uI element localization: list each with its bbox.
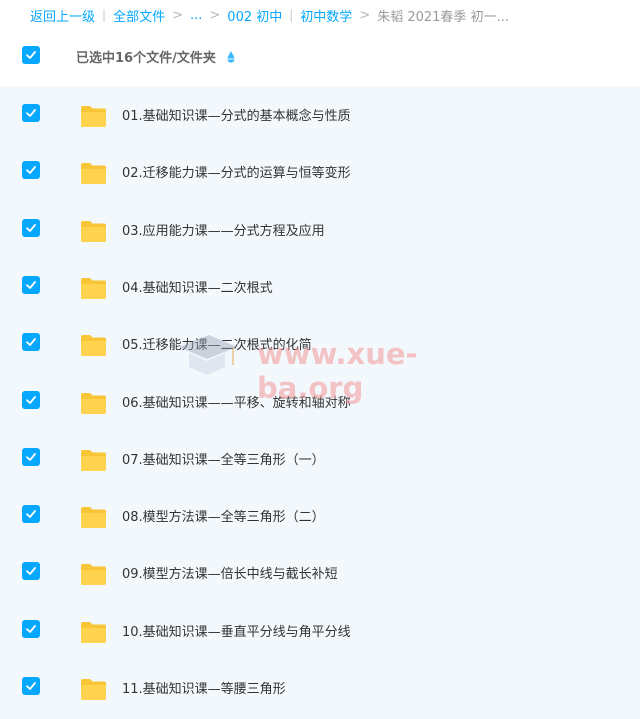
file-name[interactable]: 04.基础知识课—二次根式 [122,277,273,296]
check-icon [26,223,36,232]
file-name[interactable]: 08.模型方法课—全等三角形（二） [122,506,325,525]
check-icon [26,109,36,117]
check-icon [26,510,36,518]
file-row[interactable]: 10.基础知识课—垂直平分线与角平分线 [0,602,640,659]
file-name[interactable]: 11.基础知识课—等腰三角形 [122,678,286,697]
file-checkbox[interactable] [22,390,40,409]
file-list: 01.基础知识课—分式的基本概念与性质 02.迁移能力课—分式的运算与恒等变形 03… [0,86,640,719]
file-checkbox[interactable] [22,218,40,237]
file-name[interactable]: 02.迁移能力课—分式的运算与恒等变形 [122,162,351,181]
file-checkbox[interactable] [22,505,40,524]
file-name[interactable]: 05.迁移能力课—二次根式的化简 [122,334,312,353]
breadcrumb: 返回上一级 | 全部文件 > ... > 002 初中 | 初中数学 > 朱韬 … [30,0,640,30]
breadcrumb-divider: | [289,8,294,22]
folder-icon [81,220,106,242]
selection-bar: 已选中16个文件/文件夹 [0,30,640,86]
breadcrumb-current: 朱韬 2021春季 初一... [377,9,509,25]
check-icon [26,452,36,461]
check-icon [26,166,36,175]
folder-icon [81,564,106,586]
check-icon [26,51,36,59]
select-all-checkbox[interactable] [22,46,40,64]
droplet-icon [227,51,235,63]
file-checkbox[interactable] [22,333,40,352]
folder-icon [81,679,106,700]
file-checkbox[interactable] [22,161,40,180]
check-icon [26,567,36,576]
breadcrumb-ellipsis[interactable]: ... [190,8,202,23]
breadcrumb-divider: | [102,8,107,22]
file-row[interactable]: 02.迁移能力课—分式的运算与恒等变形 [0,143,640,200]
file-row[interactable]: 11.基础知识课—等腰三角形 [0,659,640,716]
folder-icon [81,277,106,299]
breadcrumb-math[interactable]: 初中数学 [300,6,352,25]
file-checkbox[interactable] [22,104,40,122]
selection-count-label: 已选中16个文件/文件夹 [76,51,216,66]
file-row[interactable]: 07.基础知识课—全等三角形（一） [0,430,640,487]
file-row[interactable]: 03.应用能力课——分式方程及应用 [0,201,640,258]
file-row[interactable]: 08.模型方法课—全等三角形（二） [0,487,640,544]
folder-icon [81,163,106,185]
breadcrumb-junior[interactable]: 002 初中 [227,6,282,25]
file-checkbox[interactable] [22,562,40,581]
file-name[interactable]: 07.基础知识课—全等三角形（一） [122,449,325,468]
file-checkbox[interactable] [22,619,40,638]
folder-icon [81,335,106,357]
file-name[interactable]: 01.基础知识课—分式的基本概念与性质 [122,105,351,124]
folder-icon [81,507,106,529]
file-checkbox[interactable] [22,677,40,695]
file-name[interactable]: 03.应用能力课——分式方程及应用 [122,220,325,239]
file-row[interactable]: 04.基础知识课—二次根式 [0,258,640,315]
check-icon [26,395,36,404]
file-row[interactable]: 09.模型方法课—倍长中线与截长补短 [0,544,640,601]
file-checkbox[interactable] [22,447,40,466]
folder-icon [81,106,106,127]
check-icon [26,682,36,690]
check-icon [26,338,36,347]
chevron-right-icon: > [172,7,183,23]
breadcrumb-all-files[interactable]: 全部文件 [113,6,165,25]
back-link[interactable]: 返回上一级 [30,6,95,25]
folder-icon [81,449,106,471]
folder-icon [81,621,106,643]
file-name[interactable]: 06.基础知识课——平移、旋转和轴对称 [122,392,351,411]
check-icon [26,280,36,289]
file-name[interactable]: 09.模型方法课—倍长中线与截长补短 [122,563,338,582]
chevron-right-icon: > [209,7,221,23]
file-checkbox[interactable] [22,275,40,294]
file-row[interactable]: 01.基础知识课—分式的基本概念与性质 [0,86,640,143]
check-icon [26,624,36,633]
file-name[interactable]: 10.基础知识课—垂直平分线与角平分线 [122,621,351,640]
file-row[interactable]: 06.基础知识课——平移、旋转和轴对称 [0,373,640,430]
file-row[interactable]: 05.迁移能力课—二次根式的化简 [0,315,640,372]
chevron-right-icon: > [359,7,371,23]
folder-icon [81,392,106,414]
